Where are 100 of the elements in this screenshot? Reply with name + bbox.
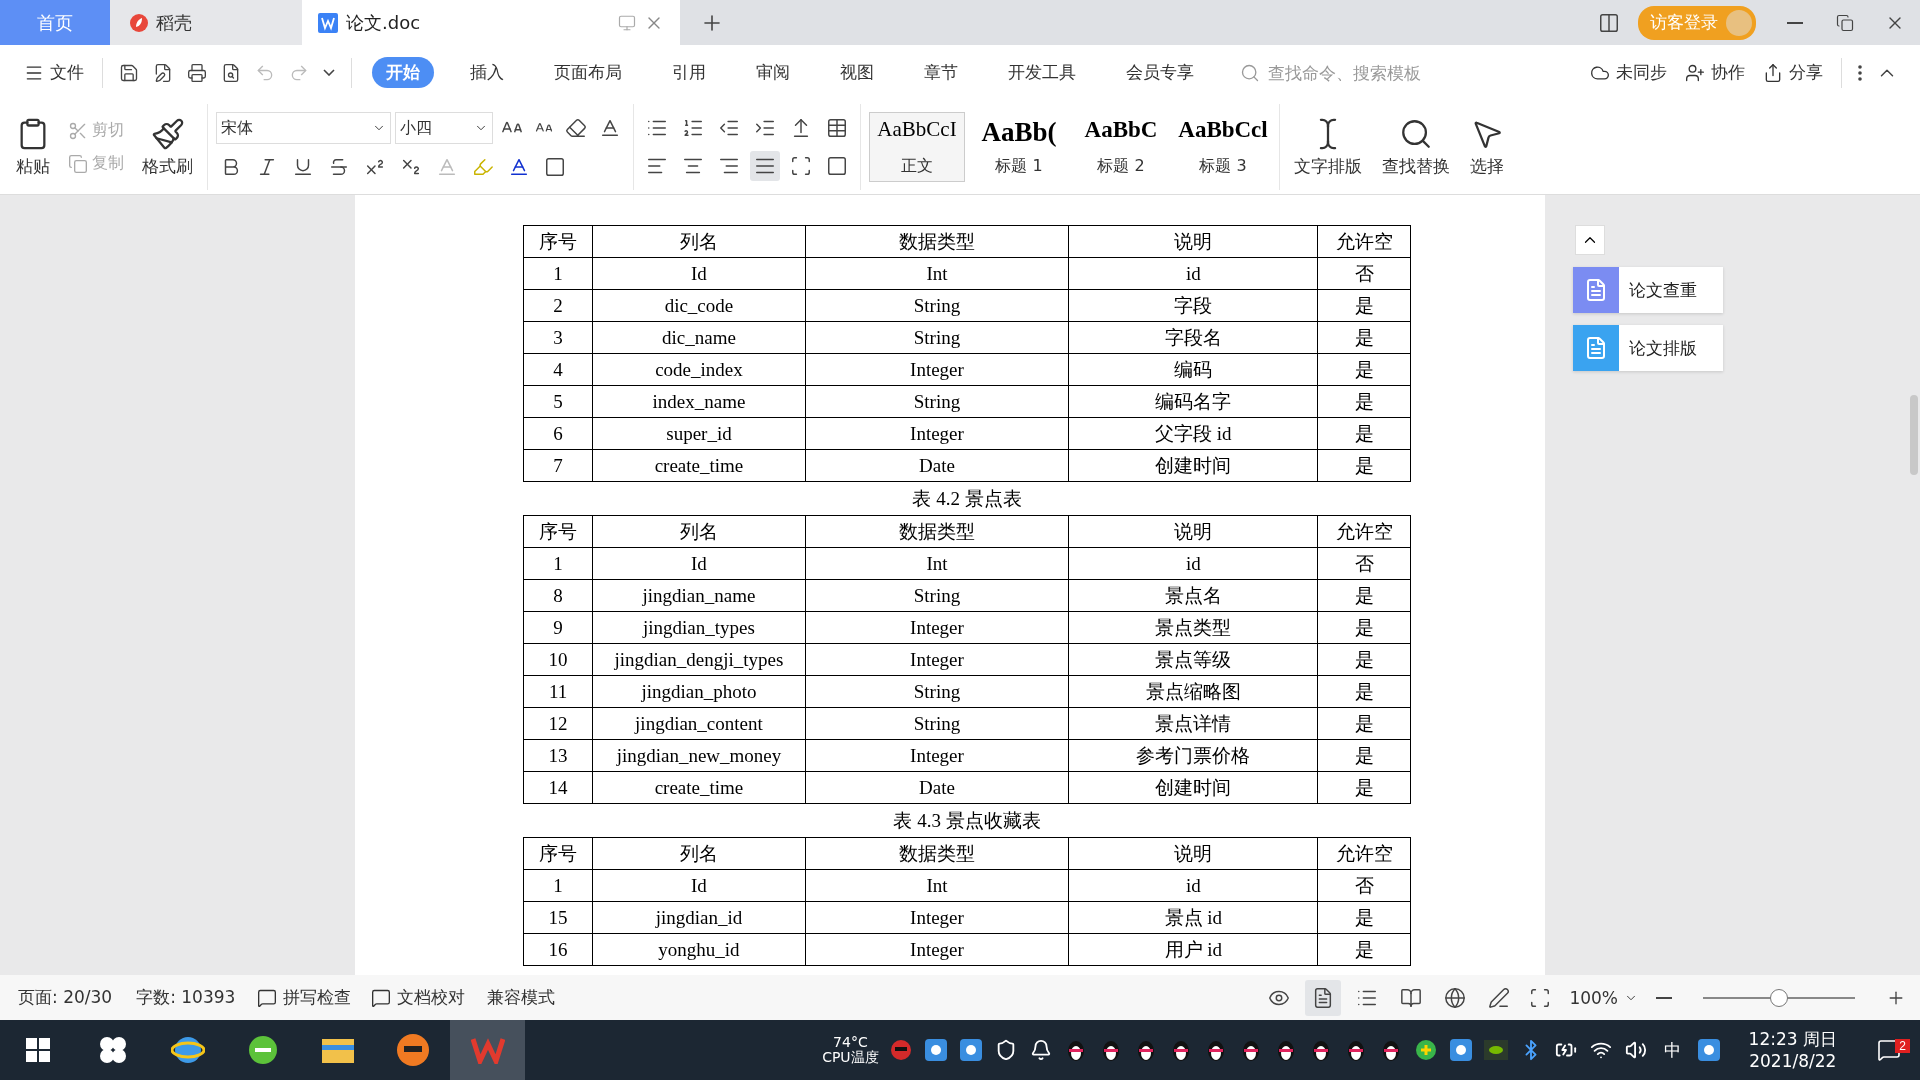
table-cell: jingdian_content [592,707,806,740]
document-tab[interactable]: 稻壳 [110,0,302,45]
cpu-temperature: 74°C CPU温度 [822,1035,879,1065]
table-cell: 是 [1317,933,1411,966]
penguin-icon[interactable] [1310,1038,1331,1062]
table-cell: Id [592,547,806,580]
word-count: 字数: 10393 [135,986,237,1009]
table-cell: String [805,675,1069,708]
document-icon [1573,267,1619,313]
ribbon-tab[interactable]: 页面布局 [540,57,636,88]
app-icon[interactable] [959,1039,982,1061]
clear-format-icon [565,117,587,139]
page-view-button[interactable] [1305,979,1342,1016]
volume-icon[interactable] [1624,1039,1647,1061]
plus-circle-icon[interactable] [1414,1039,1437,1061]
underline-icon [292,156,314,178]
ribbon-tab[interactable]: 视图 [826,57,888,88]
penguin-icon[interactable] [1065,1038,1086,1062]
penguin-icon[interactable] [1205,1038,1226,1062]
style-preset[interactable]: AaBbCcI 正文 [869,112,965,182]
toolbar-action[interactable]: 分享 [1757,57,1829,88]
minimize-icon [1787,21,1803,24]
print-preview-icon [221,62,241,83]
format-painter-button[interactable]: 格式刷 [136,114,199,180]
spell-check-button[interactable]: 拼写检查 [251,982,358,1013]
table-cell: 是 [1317,321,1411,354]
ribbon-tab[interactable]: 引用 [658,57,720,88]
table-cell: 16 [523,933,593,966]
table-cell: jingdian_types [592,611,806,644]
ribbon-tab[interactable]: 审阅 [742,57,804,88]
table-cell: 字段 [1068,289,1318,322]
penguin-icon[interactable] [1170,1038,1191,1062]
ribbon-tool-button[interactable]: 文字排版 [1288,104,1368,190]
table-cell: id [1068,547,1318,580]
table-cell: 是 [1317,771,1411,804]
style-preview: AaBb( [981,117,1057,148]
export-icon [153,62,173,83]
book-icon [1400,986,1423,1009]
table-cell: yonghu_id [592,933,806,966]
table-cell: create_time [592,771,806,804]
table-cell: String [805,579,1069,612]
penguin-icon[interactable] [1100,1038,1121,1062]
app-icon[interactable] [1697,1039,1720,1061]
scissors-icon [68,120,88,141]
penguin-icon[interactable] [1345,1038,1366,1062]
copy-icon [68,153,88,174]
app-icon[interactable] [924,1039,947,1061]
bell-icon[interactable] [1029,1039,1052,1061]
table-cell: 创建时间 [1068,771,1318,804]
command-search-field[interactable]: 查找命令、搜索模板 [1240,61,1466,84]
zoom-slider-thumb[interactable] [1770,988,1788,1007]
style-preview: AaBbCcI [877,117,957,142]
scrollbar-thumb[interactable] [1910,395,1918,475]
ribbon-tab[interactable]: 章节 [910,57,972,88]
ribbon-tool-button[interactable]: 查找替换 [1376,104,1456,190]
collapse-panel-button[interactable] [1575,225,1605,255]
table-cell: 是 [1317,417,1411,450]
penguin-icon[interactable] [1275,1038,1296,1062]
font-size-select[interactable]: 小四 [395,112,493,144]
justify-button[interactable] [750,151,780,181]
side-panel-button[interactable]: 论文排版 [1573,325,1723,371]
file-menu[interactable]: 文件 [18,57,90,88]
table-cell: id [1068,869,1318,902]
style-name: 正文 [901,156,933,177]
ribbon-tab[interactable]: 插入 [456,57,518,88]
column-header: 列名 [592,225,806,258]
input-method-indicator[interactable]: 中 [1657,1034,1687,1066]
zoom-select[interactable]: 100% [1563,983,1644,1012]
notification-button[interactable]: 2 [1864,1037,1914,1063]
table-icon [826,117,848,139]
table-cell: 否 [1317,257,1411,290]
font-select[interactable]: 宋体 [216,112,391,144]
toolbar-action[interactable]: 协作 [1679,57,1751,88]
table-cell: Integer [805,353,1069,386]
app-icon[interactable] [1449,1039,1472,1061]
penguin-icon[interactable] [1135,1038,1156,1062]
table-cell: 是 [1317,353,1411,386]
gpu-icon[interactable] [1483,1040,1508,1060]
table-cell: 用户 id [1068,933,1318,966]
table-cell: 14 [523,771,593,804]
proofread-button[interactable]: 文档校对 [365,982,472,1013]
side-panel-button[interactable]: 论文查重 [1573,267,1723,313]
penguin-icon[interactable] [1240,1038,1261,1062]
ribbon-tab[interactable]: 会员专享 [1112,57,1208,88]
document-tab[interactable]: 论文.doc [302,0,680,45]
ribbon-tab[interactable]: 开发工具 [994,57,1090,88]
text-effect-icon [436,156,458,178]
penguin-icon[interactable] [1380,1038,1401,1062]
column-header: 数据类型 [805,225,1069,258]
table-cell: 字段名 [1068,321,1318,354]
ribbon-tool-button[interactable]: 选择 [1464,104,1510,190]
table-cell: 编码名字 [1068,385,1318,418]
table-cell: Int [805,869,1069,902]
share-icon [1763,62,1783,83]
table-cell: 景点名 [1068,579,1318,612]
table-cell: create_time [592,449,806,482]
table-cell: 是 [1317,901,1411,934]
toolbar-action[interactable]: 未同步 [1584,57,1673,88]
table-cell: 是 [1317,611,1411,644]
paste-button[interactable]: 粘贴 [10,114,56,180]
